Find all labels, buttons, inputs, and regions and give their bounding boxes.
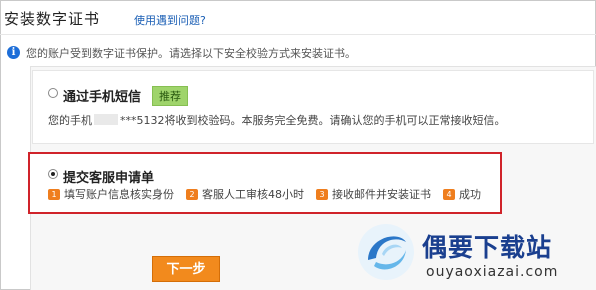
step-number-icon: 3 xyxy=(316,188,328,200)
watermark-brand: 偶要下载站 xyxy=(422,233,553,262)
masked-phone xyxy=(94,114,118,125)
info-message: 您的账户受到数字证书保护。请选择以下安全校验方式来安装证书。 xyxy=(26,47,356,60)
sms-option-card[interactable] xyxy=(32,70,594,144)
step-label: 接收邮件并安装证书 xyxy=(332,188,431,201)
sms-desc-suffix: ***5132将收到校验码。本服务完全免费。请确认您的手机可以正常接收短信。 xyxy=(120,114,506,127)
step-4: 4 成功 xyxy=(443,186,481,202)
help-link[interactable]: 使用遇到问题? xyxy=(134,12,206,28)
header-divider xyxy=(0,34,596,35)
watermark-url: ouyaoxiazai.com xyxy=(426,264,559,280)
support-steps: 1 填写账户信息核实身份 2 客服人工审核48小时 3 接收邮件并安装证书 4 … xyxy=(48,186,493,202)
step-label: 填写账户信息核实身份 xyxy=(64,188,174,201)
watermark-logo-icon xyxy=(358,224,414,280)
page-title: 安装数字证书 xyxy=(4,10,101,28)
info-icon: i xyxy=(7,46,20,59)
step-label: 成功 xyxy=(459,188,481,201)
step-3: 3 接收邮件并安装证书 xyxy=(316,186,431,202)
step-label: 客服人工审核48小时 xyxy=(202,188,304,201)
sms-option-title[interactable]: 通过手机短信 xyxy=(63,86,141,105)
sms-option-description: 您的手机 ***5132将收到校验码。本服务完全免费。请确认您的手机可以正常接收短… xyxy=(48,112,506,128)
step-1: 1 填写账户信息核实身份 xyxy=(48,186,174,202)
sms-radio[interactable] xyxy=(48,88,58,98)
support-radio[interactable] xyxy=(48,169,58,179)
step-number-icon: 4 xyxy=(443,188,455,200)
step-number-icon: 2 xyxy=(186,188,198,200)
step-number-icon: 1 xyxy=(48,188,60,200)
next-step-button[interactable]: 下一步 xyxy=(152,256,220,282)
support-option-title[interactable]: 提交客服申请单 xyxy=(63,167,154,186)
step-2: 2 客服人工审核48小时 xyxy=(186,186,304,202)
recommended-badge: 推荐 xyxy=(152,86,188,106)
sms-desc-prefix: 您的手机 xyxy=(48,114,92,127)
